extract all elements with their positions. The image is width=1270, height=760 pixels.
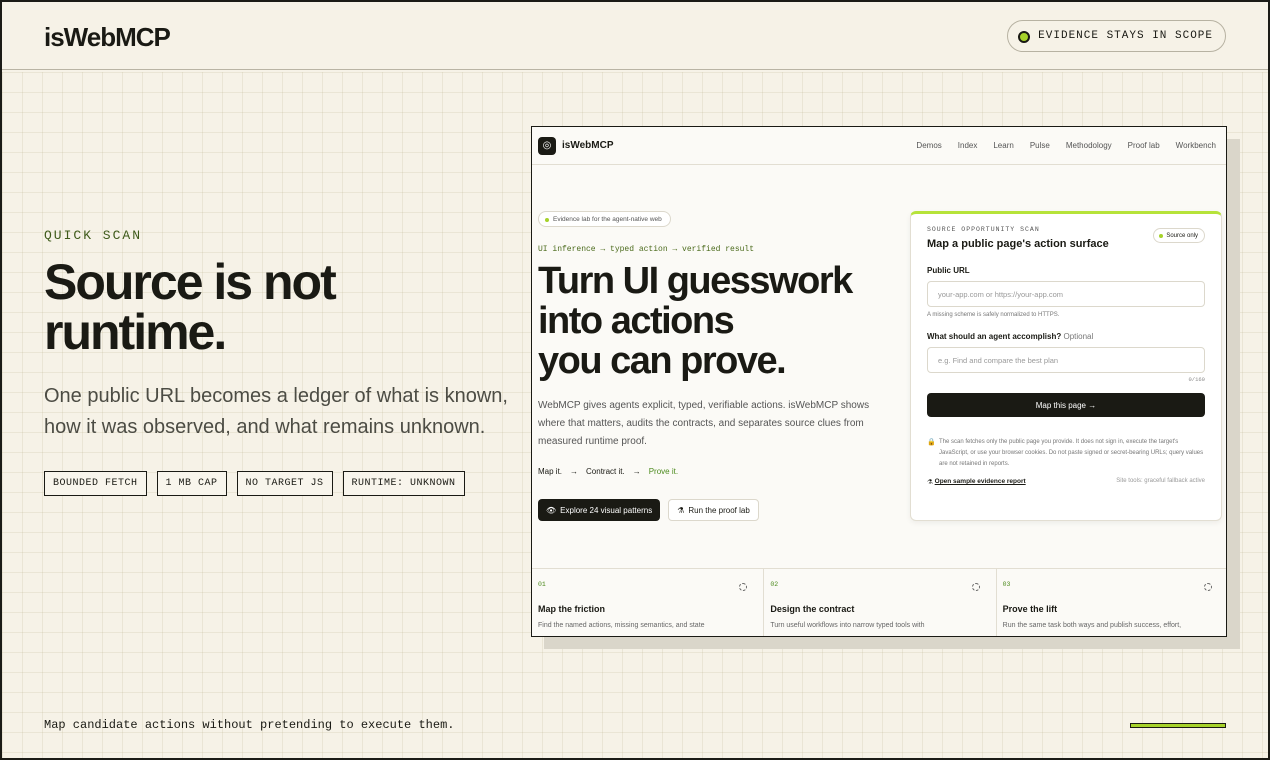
goal-label: What should an agent accomplish? Optiona… xyxy=(927,332,1205,341)
nav-link-index[interactable]: Index xyxy=(958,141,978,150)
process-title: Design the contract xyxy=(770,604,855,614)
preview-brand[interactable]: isWebMCP xyxy=(562,140,614,151)
process-number: 02 xyxy=(770,581,779,588)
preview-flow: UI inference → typed action → verified r… xyxy=(538,245,755,254)
process-card: 01 Map the friction Find the named actio… xyxy=(532,569,765,636)
process-text: Run the same task both ways and publish … xyxy=(1002,622,1182,629)
flask-icon: ⚗ xyxy=(677,505,685,515)
url-hint: A missing scheme is safely normalized to… xyxy=(927,312,1060,318)
progress-ring-icon xyxy=(739,583,748,591)
preview-steps: Map it. → Contract it. → Prove it. xyxy=(538,467,678,476)
step-prove: Prove it. xyxy=(648,467,679,476)
nav-link-learn[interactable]: Learn xyxy=(993,141,1013,150)
process-card: 02 Design the contract Turn useful workf… xyxy=(764,569,997,636)
brand-logo[interactable]: isWebMCP xyxy=(44,22,171,53)
nav-link-demos[interactable]: Demos xyxy=(916,141,941,150)
scan-card-footer: ⚗ Open sample evidence report Site tools… xyxy=(927,478,1205,486)
process-text: Find the named actions, missing semantic… xyxy=(538,622,705,629)
sample-report-link[interactable]: Open sample evidence report xyxy=(935,478,1026,486)
top-bar: isWebMCP EVIDENCE STAYS IN SCOPE xyxy=(2,2,1268,70)
process-text: Turn useful workflows into narrow typed … xyxy=(770,622,925,629)
nav-link-pulse[interactable]: Pulse xyxy=(1030,141,1050,150)
explore-patterns-button[interactable]: 👁 Explore 24 visual patterns xyxy=(538,499,661,521)
progress-ring-icon xyxy=(1203,583,1212,591)
preview-nav: ◎ isWebMCP Demos Index Learn Pulse Metho… xyxy=(532,127,1226,165)
preview-headline-line3: you can prove. xyxy=(538,340,787,382)
nav-link-workbench[interactable]: Workbench xyxy=(1176,141,1216,150)
process-card: 03 Prove the lift Run the same task both… xyxy=(997,569,1226,636)
goal-label-text: What should an agent accomplish? xyxy=(927,332,1062,341)
goal-optional: Optional xyxy=(1063,332,1094,341)
scope-status-pill: EVIDENCE STAYS IN SCOPE xyxy=(1007,20,1226,52)
goal-input[interactable]: e.g. Find and compare the best plan xyxy=(927,347,1205,373)
constraint-tags: BOUNDED FETCH 1 MB CAP NO TARGET JS RUNT… xyxy=(44,471,514,496)
process-title: Prove the lift xyxy=(1002,604,1058,614)
preview-headline-line1: Turn UI guesswork xyxy=(538,260,853,302)
arrow-icon: → xyxy=(632,467,641,476)
scan-privacy-text: The scan fetches only the public page yo… xyxy=(939,439,1204,467)
source-only-pill: Source only xyxy=(1153,228,1205,243)
arrow-icon: → xyxy=(570,467,579,476)
hero-title-line1: Source is not xyxy=(44,254,337,310)
proof-lab-button[interactable]: ⚗ Run the proof lab xyxy=(668,499,759,521)
status-dot-icon xyxy=(1018,31,1031,43)
url-label: Public URL xyxy=(927,266,970,275)
preview-actions: 👁 Explore 24 visual patterns ⚗ Run the p… xyxy=(538,499,759,521)
process-number: 01 xyxy=(538,581,546,588)
step-contract: Contract it. xyxy=(586,467,625,476)
hero-section: QUICK SCAN Source is not runtime. One pu… xyxy=(44,228,514,496)
progress-ring-icon xyxy=(971,583,980,591)
preview-badge: Evidence lab for the agent-native web xyxy=(538,211,671,227)
site-preview: ◎ isWebMCP Demos Index Learn Pulse Metho… xyxy=(531,126,1227,637)
explore-patterns-label: Explore 24 visual patterns xyxy=(560,505,653,515)
footer-accent-bar xyxy=(1130,723,1226,728)
preview-headline-line2: into actions xyxy=(538,300,735,342)
proof-lab-label: Run the proof lab xyxy=(688,505,750,515)
scope-status-label: EVIDENCE STAYS IN SCOPE xyxy=(1038,30,1213,42)
scan-card: SOURCE OPPORTUNITY SCAN Map a public pag… xyxy=(910,211,1222,521)
process-title: Map the friction xyxy=(538,604,605,614)
process-number: 03 xyxy=(1002,581,1011,588)
process-columns: 01 Map the friction Find the named actio… xyxy=(532,568,1226,636)
eye-icon: 👁 xyxy=(546,505,557,515)
tag-runtime-unknown: RUNTIME: UNKNOWN xyxy=(342,471,465,496)
hero-lede: One public URL becomes a ledger of what … xyxy=(44,385,508,438)
step-map: Map it. xyxy=(538,467,563,476)
nav-link-methodology[interactable]: Methodology xyxy=(1066,141,1112,150)
nav-link-proof-lab[interactable]: Proof lab xyxy=(1128,141,1160,150)
sample-report-icon: ⚗ xyxy=(927,479,935,486)
map-page-button[interactable]: Map this page → xyxy=(927,393,1205,417)
scan-privacy-note: 🔒 The scan fetches only the public page … xyxy=(927,437,1205,470)
preview-logo-icon: ◎ xyxy=(538,136,556,155)
goal-char-count: 0/160 xyxy=(1188,376,1205,383)
preview-nav-links: Demos Index Learn Pulse Methodology Proo… xyxy=(916,141,1216,150)
tag-size-cap: 1 MB CAP xyxy=(156,471,227,496)
site-tools-mode: Site tools: graceful fallback active xyxy=(1116,478,1205,484)
hero-title: Source is not runtime. xyxy=(44,257,514,357)
hero-kicker: QUICK SCAN xyxy=(44,228,143,243)
footer-tagline: Map candidate actions without pretending… xyxy=(44,718,455,732)
hero-title-line2: runtime. xyxy=(44,304,227,360)
preview-headline: Turn UI guesswork into actions you can p… xyxy=(538,261,898,381)
tag-no-target-js: NO TARGET JS xyxy=(236,471,333,496)
preview-body: WebMCP gives agents explicit, typed, ver… xyxy=(538,400,870,447)
url-input[interactable]: your-app.com or https://your-app.com xyxy=(927,281,1205,307)
tag-bounded-fetch: BOUNDED FETCH xyxy=(44,471,147,496)
lock-icon: 🔒 xyxy=(927,439,936,446)
